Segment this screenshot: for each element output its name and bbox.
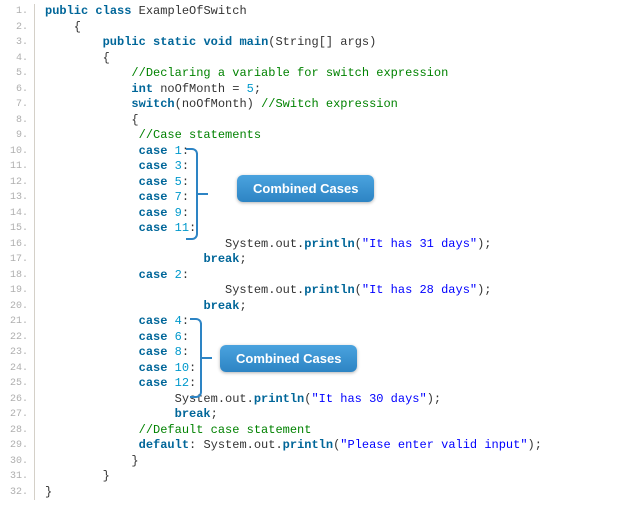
code-line: 3. public static void main(String[] args…	[0, 35, 624, 51]
code-content: break;	[35, 407, 218, 423]
code-content: break;	[35, 252, 247, 268]
code-content: case 1:	[35, 144, 189, 160]
line-number: 28.	[0, 423, 35, 439]
code-content: case 12:	[35, 376, 196, 392]
line-number: 11.	[0, 159, 35, 175]
code-content: {	[35, 113, 139, 129]
code-content: System.out.println("It has 28 days");	[35, 283, 492, 299]
code-line: 1.public class ExampleOfSwitch	[0, 4, 624, 20]
code-line: 31. }	[0, 469, 624, 485]
line-number: 24.	[0, 361, 35, 377]
line-number: 17.	[0, 252, 35, 268]
code-content: break;	[35, 299, 247, 315]
code-line: 26. System.out.println("It has 30 days")…	[0, 392, 624, 408]
code-content: case 10:	[35, 361, 196, 377]
code-content: case 4:	[35, 314, 189, 330]
line-number: 14.	[0, 206, 35, 222]
code-line: 7. switch(noOfMonth) //Switch expression	[0, 97, 624, 113]
line-number: 26.	[0, 392, 35, 408]
code-line: 25. case 12:	[0, 376, 624, 392]
line-number: 12.	[0, 175, 35, 191]
code-line: 19. System.out.println("It has 28 days")…	[0, 283, 624, 299]
code-content: case 11:	[35, 221, 196, 237]
code-content: case 5:	[35, 175, 189, 191]
code-line: 8. {	[0, 113, 624, 129]
code-line: 27. break;	[0, 407, 624, 423]
code-line: 10. case 1:	[0, 144, 624, 160]
code-line: 18. case 2:	[0, 268, 624, 284]
line-number: 4.	[0, 51, 35, 67]
code-content: case 9:	[35, 206, 189, 222]
code-content: }	[35, 485, 52, 501]
combined-cases-badge-2: Combined Cases	[220, 345, 357, 372]
line-number: 19.	[0, 283, 35, 299]
line-number: 6.	[0, 82, 35, 98]
code-line: 29. default: System.out.println("Please …	[0, 438, 624, 454]
code-line: 28. //Default case statement	[0, 423, 624, 439]
code-content: case 8:	[35, 345, 189, 361]
code-line: 20. break;	[0, 299, 624, 315]
line-number: 5.	[0, 66, 35, 82]
line-number: 18.	[0, 268, 35, 284]
line-number: 30.	[0, 454, 35, 470]
line-number: 15.	[0, 221, 35, 237]
line-number: 7.	[0, 97, 35, 113]
code-content: System.out.println("It has 30 days");	[35, 392, 441, 408]
line-number: 8.	[0, 113, 35, 129]
line-number: 21.	[0, 314, 35, 330]
code-line: 9. //Case statements	[0, 128, 624, 144]
code-line: 11. case 3:	[0, 159, 624, 175]
line-number: 27.	[0, 407, 35, 423]
code-line: 2. {	[0, 20, 624, 36]
line-number: 2.	[0, 20, 35, 36]
code-line: 14. case 9:	[0, 206, 624, 222]
line-number: 31.	[0, 469, 35, 485]
code-content: //Case statements	[35, 128, 261, 144]
line-number: 20.	[0, 299, 35, 315]
code-line: 30. }	[0, 454, 624, 470]
code-line: 17. break;	[0, 252, 624, 268]
code-content: case 2:	[35, 268, 189, 284]
bracket-annotation-2	[190, 318, 202, 398]
line-number: 16.	[0, 237, 35, 253]
code-content: public class ExampleOfSwitch	[35, 4, 247, 20]
code-line: 5. //Declaring a variable for switch exp…	[0, 66, 624, 82]
code-line: 21. case 4:	[0, 314, 624, 330]
line-number: 1.	[0, 4, 35, 20]
line-number: 3.	[0, 35, 35, 51]
code-line: 22. case 6:	[0, 330, 624, 346]
code-content: case 3:	[35, 159, 189, 175]
line-number: 23.	[0, 345, 35, 361]
line-number: 29.	[0, 438, 35, 454]
code-line: 15. case 11:	[0, 221, 624, 237]
code-line: 6. int noOfMonth = 5;	[0, 82, 624, 98]
code-content: }	[35, 454, 139, 470]
line-number: 9.	[0, 128, 35, 144]
bracket-annotation-1	[186, 148, 198, 240]
code-content: public static void main(String[] args)	[35, 35, 376, 51]
line-number: 32.	[0, 485, 35, 501]
code-content: case 6:	[35, 330, 189, 346]
line-number: 13.	[0, 190, 35, 206]
code-line: 32.}	[0, 485, 624, 501]
code-content: {	[35, 20, 81, 36]
code-content: //Default case statement	[35, 423, 311, 439]
code-content: //Declaring a variable for switch expres…	[35, 66, 448, 82]
line-number: 22.	[0, 330, 35, 346]
code-content: default: System.out.println("Please ente…	[35, 438, 542, 454]
line-number: 10.	[0, 144, 35, 160]
code-line: 16. System.out.println("It has 31 days")…	[0, 237, 624, 253]
line-number: 25.	[0, 376, 35, 392]
code-content: case 7:	[35, 190, 189, 206]
code-content: {	[35, 51, 110, 67]
code-content: }	[35, 469, 110, 485]
code-content: switch(noOfMonth) //Switch expression	[35, 97, 398, 113]
code-line: 4. {	[0, 51, 624, 67]
code-content: int noOfMonth = 5;	[35, 82, 261, 98]
code-content: System.out.println("It has 31 days");	[35, 237, 492, 253]
combined-cases-badge-1: Combined Cases	[237, 175, 374, 202]
code-block: 1.public class ExampleOfSwitch2. {3. pub…	[0, 0, 624, 504]
